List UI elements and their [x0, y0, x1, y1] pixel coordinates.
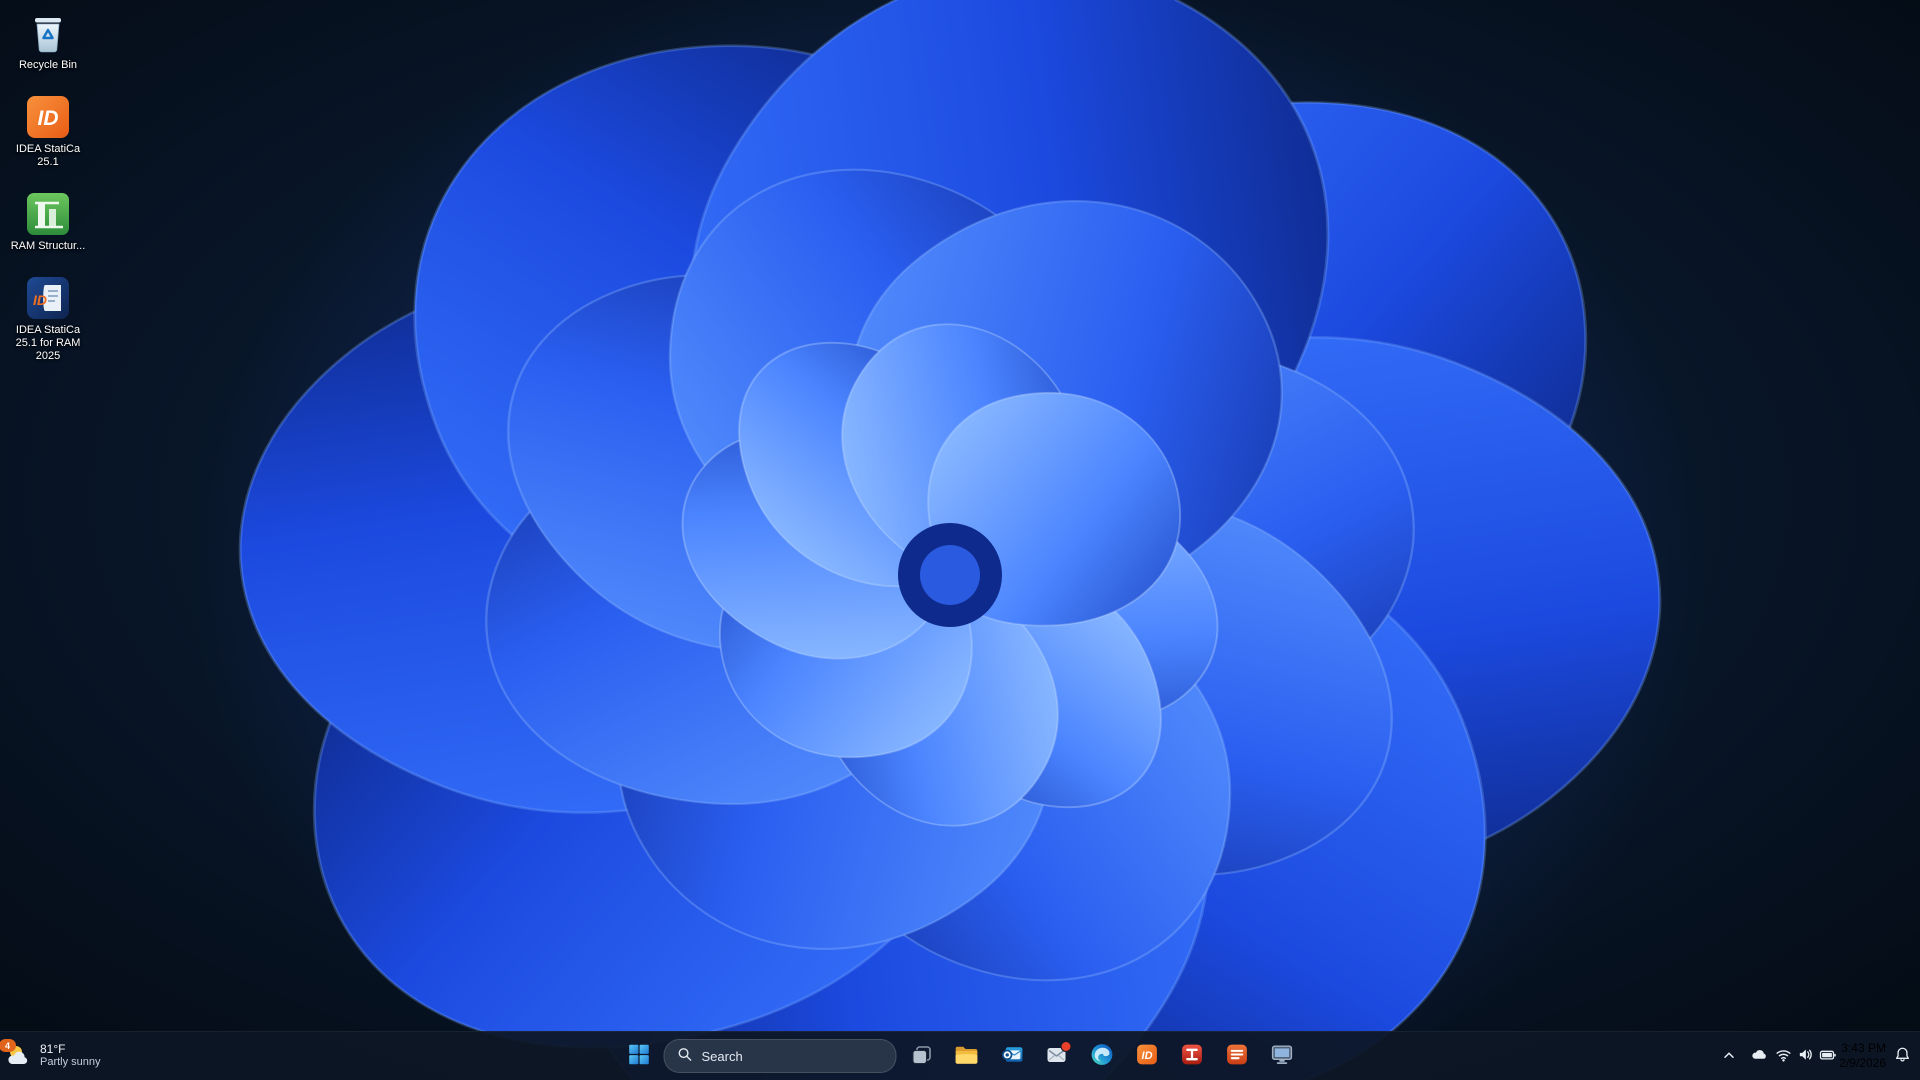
idea-statica-ram-icon: ID — [25, 275, 71, 321]
start-button[interactable] — [619, 1036, 659, 1076]
idea-statica-icon: ID — [1134, 1042, 1159, 1070]
svg-text:ID: ID — [33, 292, 47, 308]
desktop-icon-label: IDEA StatiCa 25.1 — [10, 143, 86, 169]
battery-icon — [1819, 1046, 1837, 1067]
notification-bell-button[interactable] — [1888, 1038, 1916, 1074]
idea-statica-icon: ID — [25, 94, 71, 140]
recycle-bin-icon — [25, 10, 71, 56]
wallpaper-bloom — [0, 0, 1920, 1080]
desktop-icon-idea-statica-ram[interactable]: ID IDEA StatiCa 25.1 for RAM 2025 — [8, 273, 88, 365]
task-view-icon — [910, 1043, 934, 1070]
ram-structural-system-icon — [1179, 1042, 1204, 1070]
notification-badge — [1061, 1041, 1072, 1052]
search-placeholder: Search — [702, 1049, 743, 1064]
desktop-icon-label: IDEA StatiCa 25.1 for RAM 2025 — [10, 324, 86, 363]
weather-badge: 4 — [0, 1039, 16, 1052]
tray-time: 3:43 PM — [1841, 1041, 1886, 1056]
chevron-up-icon — [1721, 1047, 1737, 1066]
weather-condition: Partly sunny — [40, 1056, 101, 1069]
tray-date: 2/9/2026 — [1839, 1056, 1886, 1071]
desktop: Recycle Bin ID IDEA StatiCa 25.1 — [0, 0, 1920, 1080]
idea-statica-button[interactable]: ID — [1127, 1036, 1167, 1076]
bell-icon — [1894, 1046, 1911, 1066]
desktop-icon-grid: Recycle Bin ID IDEA StatiCa 25.1 — [2, 8, 94, 365]
wifi-icon — [1775, 1046, 1792, 1066]
weather-text: 81°F Partly sunny — [40, 1043, 101, 1069]
speaker-icon — [1797, 1046, 1814, 1066]
outlook-icon — [999, 1042, 1024, 1070]
weather-widget[interactable]: 4 81°F Partly sunny — [4, 1036, 101, 1076]
edge-icon — [1089, 1042, 1114, 1070]
edge-button[interactable] — [1082, 1036, 1122, 1076]
mail-button[interactable] — [1037, 1036, 1077, 1076]
search-icon — [678, 1047, 693, 1065]
clock-button[interactable]: 3:43 PM 2/9/2026 — [1839, 1038, 1886, 1074]
desktop-icon-recycle-bin[interactable]: Recycle Bin — [17, 8, 79, 74]
tray-chevron-button[interactable] — [1715, 1038, 1743, 1074]
ram-structural-icon — [25, 191, 71, 237]
ram-structural-button[interactable] — [1172, 1036, 1212, 1076]
svg-text:ID: ID — [38, 107, 59, 130]
desktop-icon-ram-structural[interactable]: RAM Structur... — [9, 189, 88, 255]
taskbar-center: Search — [619, 1036, 1302, 1076]
onedrive-button[interactable] — [1745, 1038, 1773, 1074]
svg-text:ID: ID — [1141, 1050, 1152, 1062]
ram-manager-button[interactable] — [1262, 1036, 1302, 1076]
windows-logo-icon — [626, 1042, 651, 1070]
ram-elements-icon — [1224, 1042, 1249, 1070]
folder-icon — [954, 1042, 980, 1071]
partly-sunny-icon: 4 — [4, 1042, 32, 1070]
ram-elements-button[interactable] — [1217, 1036, 1257, 1076]
system-tray: 3:43 PM 2/9/2026 — [1715, 1036, 1916, 1076]
quick-settings-button[interactable] — [1775, 1038, 1837, 1074]
onedrive-cloud-icon — [1750, 1046, 1768, 1067]
desktop-icon-label: RAM Structur... — [11, 240, 86, 253]
task-view-button[interactable] — [902, 1036, 942, 1076]
taskbar: 4 81°F Partly sunny — [0, 1031, 1920, 1080]
desktop-icon-label: Recycle Bin — [19, 59, 77, 72]
desktop-icon-idea-statica[interactable]: ID IDEA StatiCa 25.1 — [8, 92, 88, 171]
weather-temp: 81°F — [40, 1043, 65, 1056]
outlook-button[interactable] — [992, 1036, 1032, 1076]
taskbar-search[interactable]: Search — [664, 1039, 897, 1073]
monitor-app-icon — [1269, 1042, 1294, 1070]
file-explorer-button[interactable] — [947, 1036, 987, 1076]
